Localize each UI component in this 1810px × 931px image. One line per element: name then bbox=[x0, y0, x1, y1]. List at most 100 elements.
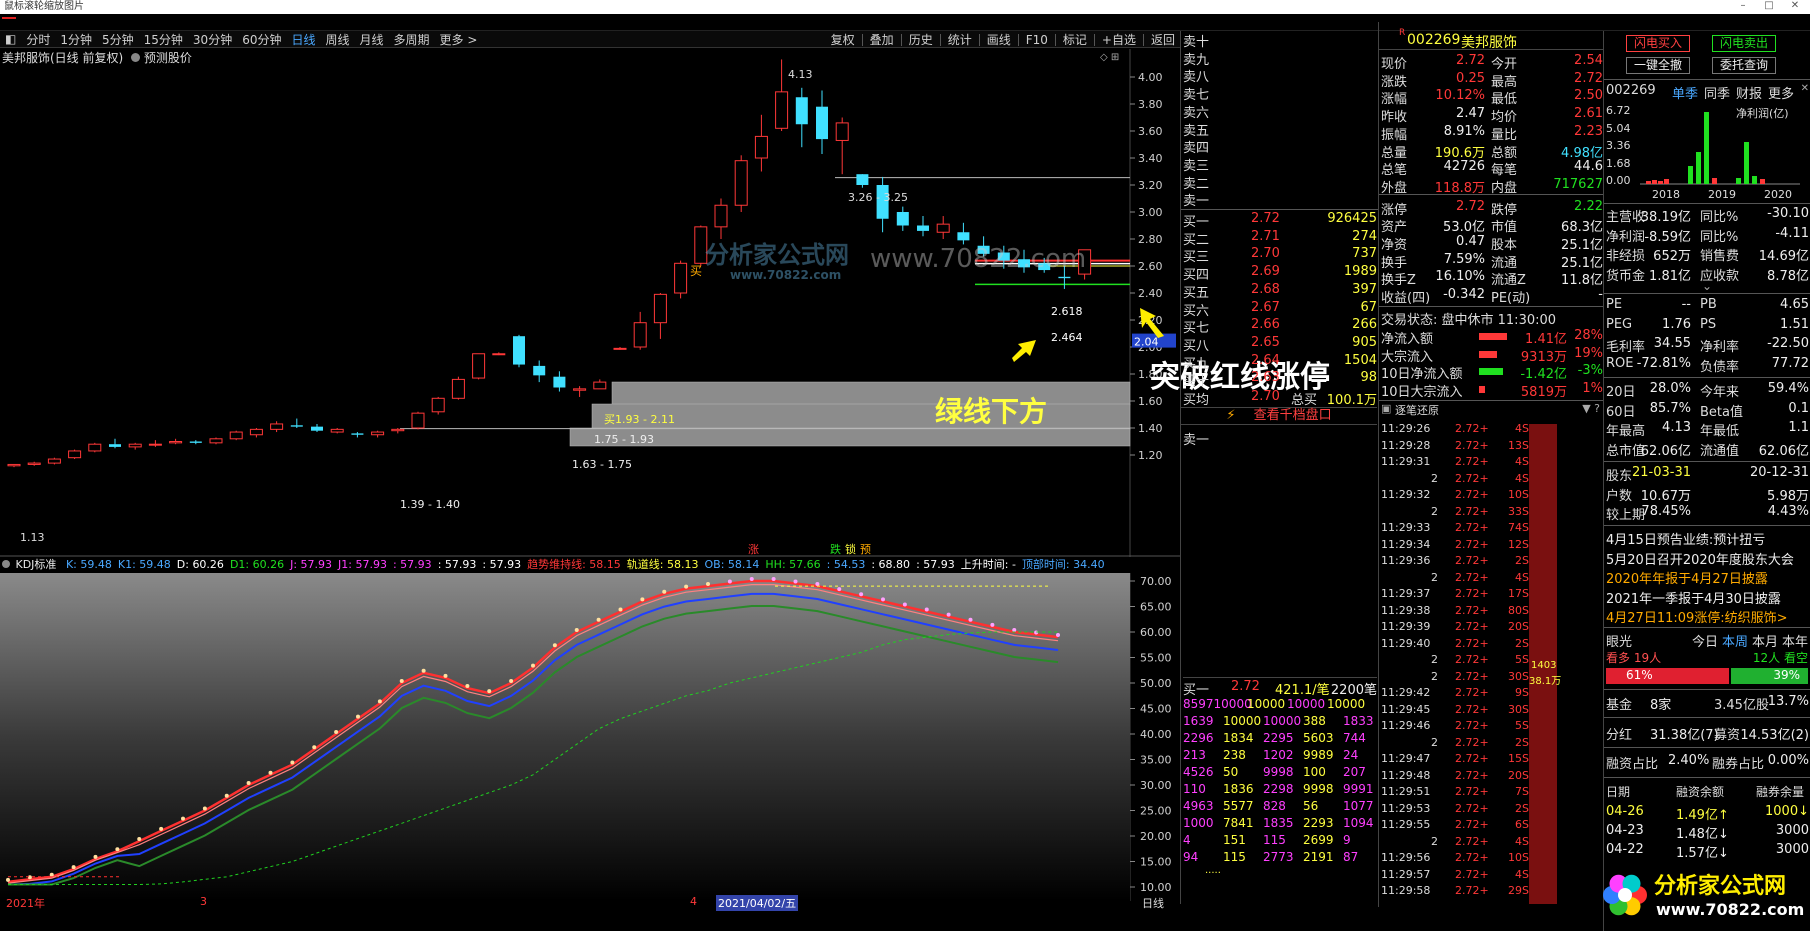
overlay-button[interactable]: 叠加 bbox=[865, 31, 899, 48]
mark-button[interactable]: 标记 bbox=[1058, 31, 1092, 48]
tick-row: 11:29:32 2.72+ 10S bbox=[1381, 488, 1531, 502]
view-more-button[interactable]: ⚡ 查看千档盘口 bbox=[1181, 407, 1377, 425]
sentiment-tab[interactable]: 本周 bbox=[1722, 631, 1748, 650]
fin-tab[interactable]: 单季 bbox=[1672, 83, 1698, 102]
news-item[interactable]: 4月15日预告业绩:预计扭亏 bbox=[1606, 529, 1765, 548]
predict-label[interactable]: 预测股价 bbox=[144, 51, 192, 65]
quote-label: 市值 bbox=[1491, 220, 1518, 236]
sell-row[interactable]: 卖二 bbox=[1183, 173, 1377, 192]
kdj-tick-label: 15.00 bbox=[1140, 856, 1172, 869]
tab-multi-period[interactable]: 多周期 bbox=[389, 31, 435, 48]
divider bbox=[861, 33, 863, 46]
buy-row[interactable]: 买六 2.67 67 bbox=[1183, 300, 1377, 319]
buy-row[interactable]: 买七 2.66 266 bbox=[1183, 317, 1377, 336]
sentiment-tab[interactable]: 今日 bbox=[1692, 631, 1718, 650]
buy-row[interactable]: 买八 2.65 905 bbox=[1183, 335, 1377, 354]
tick-price: 2.72+ bbox=[1455, 719, 1489, 732]
tab-30min[interactable]: 30分钟 bbox=[188, 31, 237, 48]
info-value: 5.98万 bbox=[1767, 488, 1809, 504]
tab-more[interactable]: 更多 > bbox=[435, 31, 483, 48]
news-item[interactable]: 4月27日11:09涨停:纺织服饰> bbox=[1606, 607, 1788, 626]
tick-price: 2.72+ bbox=[1455, 455, 1489, 468]
sell-row[interactable]: 卖七 bbox=[1183, 84, 1377, 103]
sell-row[interactable]: 卖五 bbox=[1183, 120, 1377, 139]
kdj-title[interactable]: KDJ标准 bbox=[16, 558, 57, 571]
buy-row[interactable]: 买十 2.63 98 bbox=[1183, 370, 1377, 389]
sentiment-tab[interactable]: 本月 bbox=[1752, 631, 1778, 650]
maximize-button[interactable]: □ bbox=[1759, 0, 1779, 14]
buy-row[interactable]: 买九 2.64 1504 bbox=[1183, 353, 1377, 372]
order-query-button[interactable]: 委托查询 bbox=[1712, 57, 1776, 74]
queue-cell: 5577 bbox=[1223, 799, 1254, 813]
news-item[interactable]: 5月20日召开2020年度股东大会 bbox=[1606, 549, 1794, 568]
candlestick-chart[interactable]: 4.003.803.603.403.203.002.802.602.402.20… bbox=[0, 49, 1180, 901]
tab-weekly[interactable]: 周线 bbox=[321, 31, 355, 48]
draw-button[interactable]: 画线 bbox=[982, 31, 1016, 48]
price-label-z3: 1.63 - 1.75 bbox=[572, 458, 632, 471]
buy-row[interactable]: 买三 2.70 737 bbox=[1183, 246, 1377, 265]
buy-price: 2.69 bbox=[1251, 264, 1280, 280]
minimize-button[interactable]: – bbox=[1733, 0, 1753, 14]
fin-tab[interactable]: 同季 bbox=[1704, 83, 1730, 102]
tab-5min[interactable]: 5分钟 bbox=[97, 31, 139, 48]
news-item[interactable]: 2021年一季报于4月30日披露 bbox=[1606, 588, 1781, 607]
filter-icon[interactable]: ▼ ? bbox=[1582, 402, 1600, 415]
info-label: 总市值 bbox=[1606, 443, 1646, 459]
sell-row[interactable]: 卖十 bbox=[1183, 31, 1377, 50]
back-button[interactable]: 返回 bbox=[1146, 31, 1180, 48]
signal-die: 跌 bbox=[830, 543, 841, 556]
chart-corner-icons[interactable]: ◇ ⊞ bbox=[1100, 52, 1119, 63]
tab-15min[interactable]: 15分钟 bbox=[139, 31, 188, 48]
quote-value: 4.98亿 bbox=[1561, 145, 1603, 161]
close-icon[interactable]: ✕ bbox=[1801, 83, 1809, 94]
quote-value: 53.0亿 bbox=[1443, 220, 1485, 236]
tab-monthly[interactable]: 月线 bbox=[355, 31, 389, 48]
sell-row[interactable]: 卖八 bbox=[1183, 66, 1377, 85]
arrow-icon bbox=[1010, 338, 1038, 364]
kdj-icon[interactable] bbox=[2, 560, 10, 568]
tab-fenshi[interactable]: 分时 bbox=[21, 31, 55, 48]
quote-value: 0.47 bbox=[1456, 234, 1485, 249]
quote-value: 42726 bbox=[1443, 159, 1485, 175]
predict-icon[interactable] bbox=[131, 53, 141, 62]
buy-row[interactable]: 买五 2.68 397 bbox=[1183, 282, 1377, 301]
add-watchlist-button[interactable]: +自选 bbox=[1097, 31, 1141, 48]
sell-level-label: 卖五 bbox=[1183, 123, 1210, 139]
buy-row[interactable]: 买一 2.72 926425 bbox=[1183, 211, 1377, 230]
sell-row[interactable]: 卖四 bbox=[1183, 137, 1377, 156]
fuquan-button[interactable]: 复权 bbox=[826, 31, 860, 48]
cancel-all-button[interactable]: 一键全撤 bbox=[1626, 57, 1690, 74]
bull-pct: 61% bbox=[1626, 668, 1653, 682]
quote-label: 均价 bbox=[1491, 110, 1518, 126]
sentiment-tab[interactable]: 本年 bbox=[1782, 631, 1808, 650]
expand-icon[interactable]: ⌄ bbox=[1702, 279, 1712, 293]
kdj-dot bbox=[312, 745, 317, 750]
kdj-tick-label: 20.00 bbox=[1140, 830, 1172, 843]
flash-buy-button[interactable]: 闪电买入 bbox=[1626, 35, 1690, 52]
sell-row[interactable]: 卖九 bbox=[1183, 49, 1377, 68]
sell-row[interactable]: 卖一 bbox=[1183, 190, 1377, 209]
tick-time: 11:29:47 bbox=[1381, 752, 1431, 765]
candle-body bbox=[936, 223, 950, 233]
f10-button[interactable]: F10 bbox=[1021, 33, 1053, 47]
fin-tab[interactable]: 更多 bbox=[1768, 83, 1794, 102]
history-button[interactable]: 历史 bbox=[904, 31, 938, 48]
chart-area[interactable]: 4.003.803.603.403.203.002.802.602.402.20… bbox=[0, 49, 1180, 901]
news-item[interactable]: 2020年年报于4月27日披露 bbox=[1606, 568, 1768, 587]
close-button[interactable]: ✕ bbox=[1785, 0, 1805, 14]
fin-tab[interactable]: 财报 bbox=[1736, 83, 1762, 102]
tick-price: 2.72+ bbox=[1455, 554, 1489, 567]
sell-row[interactable]: 卖六 bbox=[1183, 102, 1377, 121]
buy-row[interactable]: 买四 2.69 1989 bbox=[1183, 264, 1377, 283]
period-label[interactable]: 日线 bbox=[1142, 895, 1164, 911]
sell-row[interactable]: 卖三 bbox=[1183, 155, 1377, 174]
stats-button[interactable]: 统计 bbox=[943, 31, 977, 48]
kdj-tick-label: 60.00 bbox=[1140, 626, 1172, 639]
tab-1min[interactable]: 1分钟 bbox=[55, 31, 97, 48]
kdj-tick-label: 55.00 bbox=[1140, 652, 1172, 665]
buy-row[interactable]: 买二 2.71 274 bbox=[1183, 229, 1377, 248]
panel-toggle-icon[interactable]: ◧ bbox=[0, 32, 21, 46]
tab-60min[interactable]: 60分钟 bbox=[237, 31, 286, 48]
flash-sell-button[interactable]: 闪电卖出 bbox=[1712, 35, 1776, 52]
tab-daily[interactable]: 日线 bbox=[286, 31, 320, 48]
